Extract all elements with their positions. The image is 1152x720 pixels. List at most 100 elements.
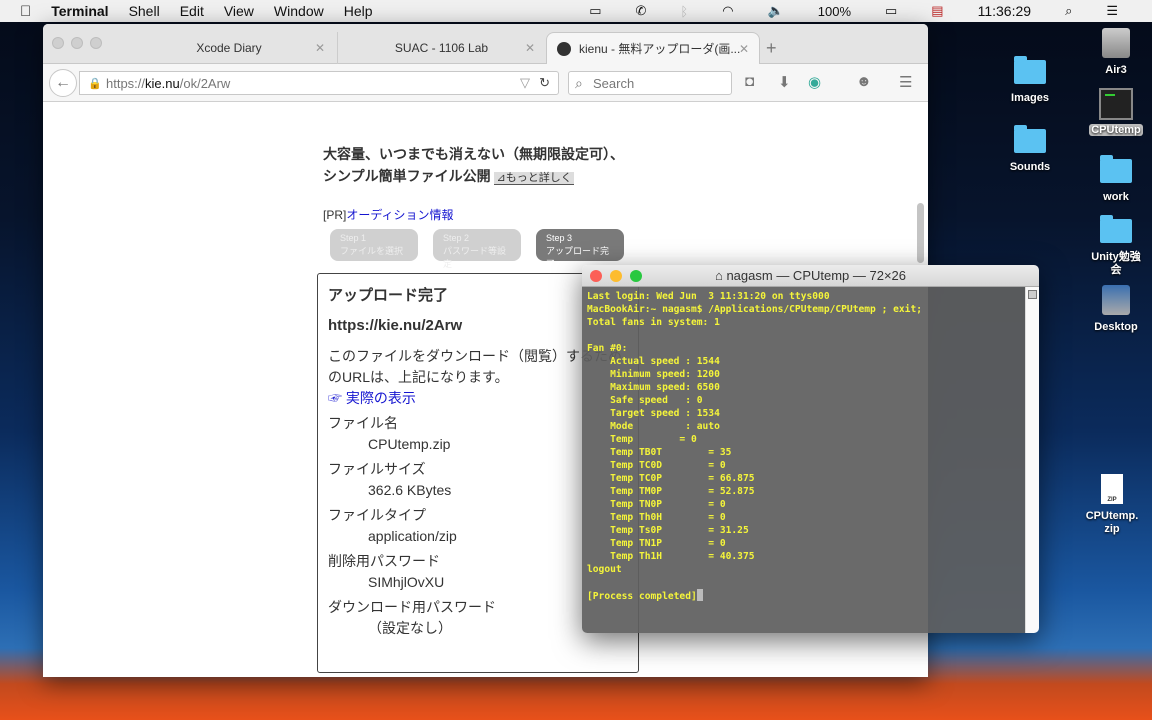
minimize-button[interactable] — [610, 270, 622, 282]
folder-icon — [1014, 56, 1046, 84]
terminal-line: Temp TC0P = 66.875 — [587, 473, 755, 484]
desktop-icon-work[interactable]: work — [1076, 155, 1152, 203]
step-2: Step 2 パスワード等設定 — [433, 229, 521, 269]
terminal-line: Temp Th1H = 40.375 — [587, 551, 755, 562]
desktop-icon-cputemp-zip[interactable]: ZIP CPUtemp.zip — [1072, 474, 1152, 536]
download-icon[interactable]: ⬇ — [778, 73, 791, 91]
terminal-line: Temp TN0P = 0 — [587, 499, 726, 510]
terminal-line: Fan #0: — [587, 343, 628, 354]
terminal-line: Temp TB0T = 35 — [587, 447, 732, 458]
menu-app-name[interactable]: Terminal — [51, 3, 108, 19]
terminal-titlebar[interactable]: ⌂ nagasm — CPUtemp — 72×26 — [582, 265, 1039, 287]
phone-icon[interactable]: ✆ — [636, 3, 647, 19]
tab-xcode-diary[interactable]: Xcode Diary ✕ — [123, 32, 335, 64]
volume-icon[interactable]: 🔈 — [768, 3, 784, 19]
clock[interactable]: 11:36:29 — [978, 3, 1031, 19]
pr-line: [PR]オーディション情報 — [323, 206, 454, 223]
battery-percent[interactable]: 100% — [818, 4, 851, 19]
lead-text: 大容量、いつまでも消えない（無期限設定可）、シンプル簡単ファイル公開 ⊿もっと詳… — [323, 143, 633, 189]
view-link[interactable]: ☞ 実際の表示 — [328, 390, 416, 406]
lock-icon: 🔒 — [88, 77, 102, 90]
terminal-output[interactable]: Last login: Wed Jun 3 11:31:20 on ttys00… — [582, 287, 1025, 633]
desktop-icon-sounds[interactable]: Sounds — [990, 125, 1070, 173]
spotlight-icon[interactable]: ⌕ — [1065, 3, 1072, 19]
desktop-icon-air3[interactable]: Air3 — [1076, 28, 1152, 76]
terminal-line: Temp Th0H = 0 — [587, 512, 726, 523]
airplay-icon[interactable]: ▭ — [589, 3, 601, 19]
icon-label: work — [1103, 191, 1129, 203]
desktop-icon-desktop[interactable]: Desktop — [1076, 285, 1152, 333]
tab-bar: Xcode Diary ✕ SUAC - 1106 Lab ✕ kienu - 無料… — [43, 24, 928, 64]
close-button[interactable] — [590, 270, 602, 282]
terminal-scrollbar[interactable] — [1025, 287, 1039, 633]
tab-suac-lab[interactable]: SUAC - 1106 Lab ✕ — [337, 32, 545, 64]
terminal-line: Temp TC0D = 0 — [587, 460, 726, 471]
terminal-line: Mode : auto — [587, 421, 720, 432]
search-icon: ⌕ — [575, 74, 583, 91]
chat-icon[interactable]: ☻ — [856, 73, 872, 90]
url-bar[interactable]: 🔒 https://kie.nu/ok/2Arw ▽ ↻ — [79, 71, 559, 95]
zoom-button[interactable] — [630, 270, 642, 282]
step-number: Step 3 — [546, 233, 573, 243]
folder-icon — [1014, 125, 1046, 153]
extension-icon[interactable]: ◉ — [808, 73, 821, 91]
reload-icon[interactable]: ↻ — [539, 75, 550, 91]
search-placeholder: Search — [593, 75, 635, 91]
search-input[interactable]: ⌕ Search — [568, 71, 732, 95]
drive-icon — [1102, 28, 1130, 58]
minimize-window-button[interactable] — [71, 37, 83, 49]
split-pane-icon[interactable] — [1028, 290, 1037, 299]
process-completed: [Process completed] — [587, 591, 697, 602]
menu-edit[interactable]: Edit — [180, 3, 204, 19]
zoom-window-button[interactable] — [90, 37, 102, 49]
back-button[interactable]: ← — [49, 69, 77, 97]
close-window-button[interactable] — [52, 37, 64, 49]
battery-icon[interactable]: ▭ — [885, 3, 897, 19]
page-scrollbar[interactable] — [917, 203, 924, 263]
icon-label: Unity勉強会 — [1091, 251, 1141, 276]
menu-window[interactable]: Window — [274, 3, 324, 19]
lead-body: 大容量、いつまでも消えない（無期限設定可）、シンプル簡単ファイル公開 — [323, 146, 624, 184]
terminal-line: Last login: Wed Jun 3 11:31:20 on ttys00… — [587, 291, 830, 302]
icon-label: Desktop — [1094, 321, 1138, 333]
icon-label: Images — [1011, 92, 1049, 104]
tab-kienu[interactable]: kienu - 無料アップローダ(画... ✕ — [546, 32, 760, 64]
menu-help[interactable]: Help — [344, 3, 373, 19]
network-drive-icon — [1102, 285, 1130, 315]
terminal-line: Temp TM0P = 52.875 — [587, 486, 755, 497]
pr-link[interactable]: オーディション情報 — [346, 208, 453, 222]
menu-shell[interactable]: Shell — [129, 3, 160, 19]
terminal-line: Maximum speed: 6500 — [587, 382, 720, 393]
step-1: Step 1 ファイルを選択 — [330, 229, 418, 261]
folder-icon — [1100, 215, 1132, 243]
flag-icon[interactable]: ▤ — [931, 3, 943, 19]
notification-center-icon[interactable]: ☰ — [1106, 3, 1118, 19]
close-tab-icon[interactable]: ✕ — [739, 42, 749, 56]
terminal-line: Temp Ts0P = 31.25 — [587, 525, 749, 536]
cursor — [696, 589, 703, 601]
menu-view[interactable]: View — [224, 3, 254, 19]
close-tab-icon[interactable]: ✕ — [525, 41, 535, 55]
dropdown-icon[interactable]: ▽ — [520, 75, 530, 91]
tab-label: kienu - 無料アップローダ(画... — [579, 42, 741, 56]
pocket-icon[interactable]: ◘ — [745, 73, 754, 90]
new-tab-button[interactable]: + — [766, 38, 777, 59]
icon-label: CPUtemp — [1089, 124, 1143, 136]
close-tab-icon[interactable]: ✕ — [315, 41, 325, 55]
desktop-icon-images[interactable]: Images — [990, 56, 1070, 104]
more-details-link[interactable]: ⊿もっと詳しく — [494, 172, 574, 185]
apple-menu-icon[interactable]:  — [20, 3, 31, 20]
tab-label: SUAC - 1106 Lab — [394, 41, 489, 55]
icon-label: Air3 — [1105, 64, 1127, 76]
zip-file-icon: ZIP — [1101, 474, 1123, 504]
wifi-icon[interactable]: ◠ — [722, 3, 733, 19]
terminal-line: Target speed : 1534 — [587, 408, 720, 419]
url-host: kie.nu — [145, 75, 180, 91]
desktop-icon-cputemp[interactable]: CPUtemp — [1076, 88, 1152, 136]
terminal-line: Temp = 0 — [587, 434, 697, 445]
desktop-icon-unity[interactable]: Unity勉強会 — [1076, 215, 1152, 277]
menu-icon[interactable]: ☰ — [899, 73, 912, 91]
bluetooth-icon[interactable]: ᛒ — [680, 4, 688, 19]
